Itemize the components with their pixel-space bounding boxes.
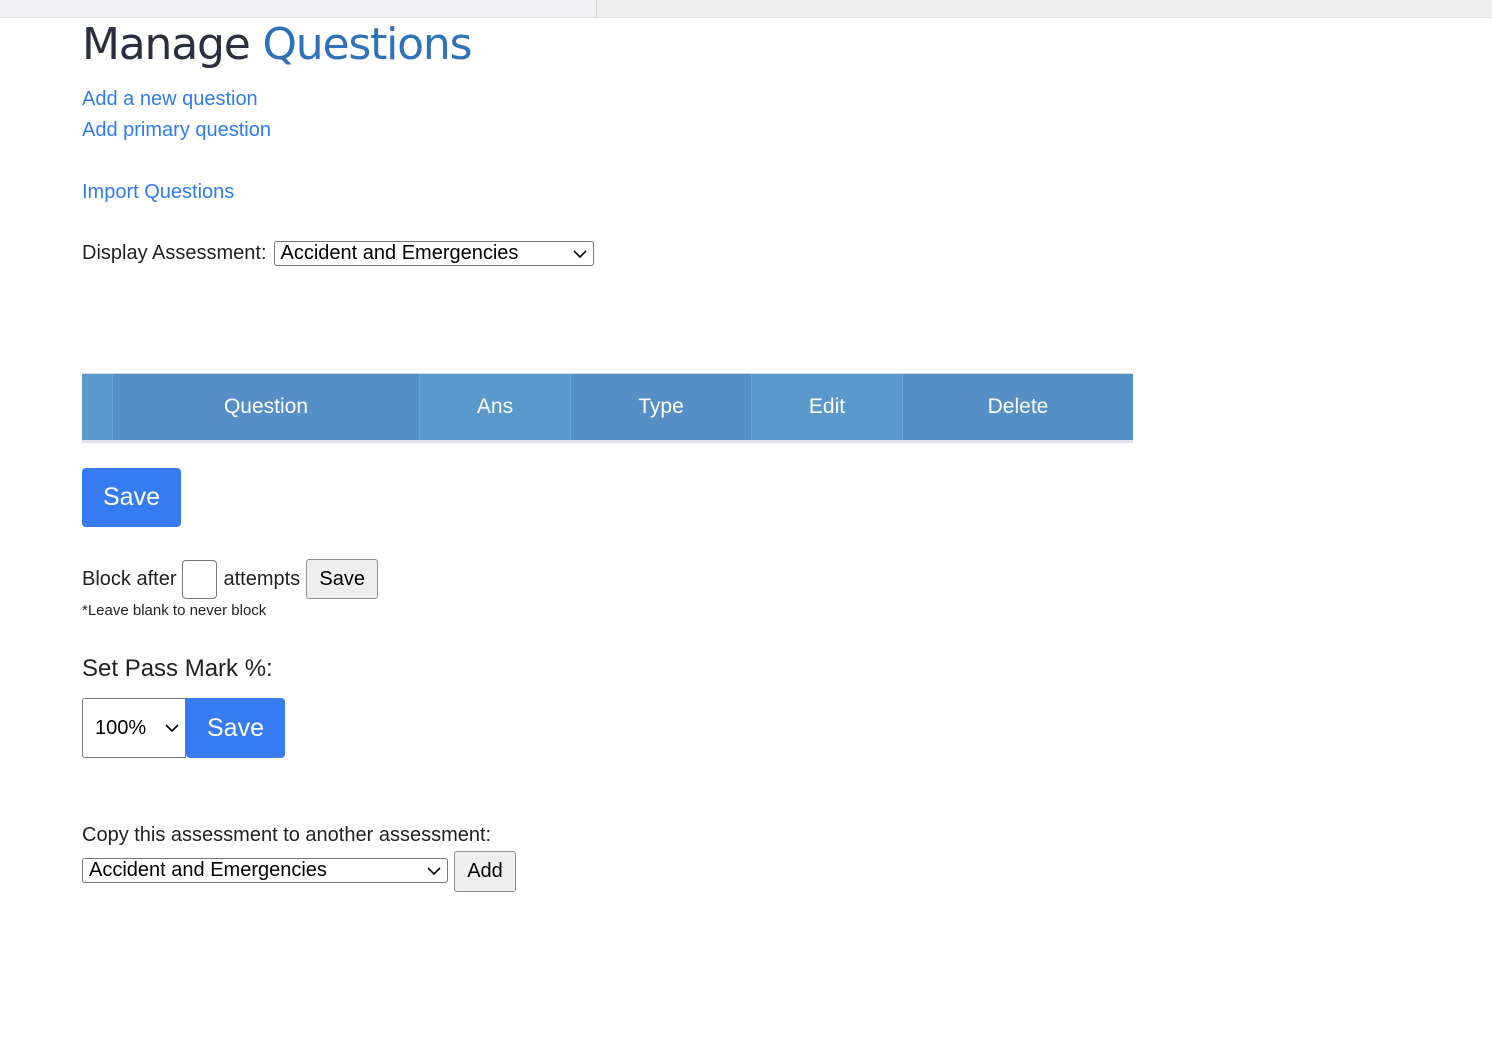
display-assessment-value: Accident and Emergencies	[280, 242, 519, 264]
add-new-question-link[interactable]: Add a new question	[82, 87, 258, 111]
table-bottom-border	[82, 440, 1133, 443]
save-questions-button[interactable]: Save	[82, 468, 181, 527]
top-strip-left	[0, 0, 597, 17]
copy-assessment-select[interactable]: Accident and Emergencies	[82, 858, 448, 883]
block-attempts-input[interactable]	[182, 559, 218, 599]
page-title-questions: Questions	[262, 19, 472, 70]
copy-assessment-row: Accident and Emergencies Add	[82, 851, 516, 892]
attempts-label: attempts	[223, 567, 301, 590]
import-questions-link[interactable]: Import Questions	[82, 180, 234, 204]
add-primary-question-link[interactable]: Add primary question	[82, 118, 271, 142]
chevron-down-icon	[165, 724, 179, 733]
browser-top-strip	[0, 0, 1492, 18]
table-header-row: Question Ans Type Edit Delete	[82, 373, 1133, 440]
column-header-select[interactable]	[82, 373, 113, 440]
display-assessment-select[interactable]: Accident and Emergencies	[273, 241, 594, 266]
copy-assessment-value: Accident and Emergencies	[89, 859, 327, 881]
column-header-question[interactable]: Question	[112, 373, 420, 440]
pass-mark-save-button[interactable]: Save	[186, 698, 285, 758]
column-header-edit[interactable]: Edit	[751, 373, 903, 440]
pass-mark-label: Set Pass Mark %:	[82, 655, 273, 682]
column-header-type[interactable]: Type	[570, 373, 752, 440]
pass-mark-value: 100%	[95, 716, 147, 739]
chevron-down-icon	[427, 866, 441, 875]
questions-table: Question Ans Type Edit Delete	[82, 373, 1133, 443]
block-after-label: Block after	[82, 567, 177, 590]
display-assessment-row: Display Assessment: Accident and Emergen…	[82, 241, 594, 266]
copy-assessment-label: Copy this assessment to another assessme…	[82, 824, 492, 846]
top-strip-right	[597, 0, 1492, 17]
page-title: Manage Questions	[82, 18, 472, 72]
block-save-button[interactable]: Save	[306, 559, 379, 599]
chevron-down-icon	[572, 249, 587, 258]
block-attempts-row: Block after attempts Save	[82, 559, 379, 599]
pass-mark-row: 100% Save	[82, 698, 285, 758]
pass-mark-select[interactable]: 100%	[82, 698, 186, 758]
display-assessment-label: Display Assessment:	[82, 242, 267, 264]
column-header-ans[interactable]: Ans	[419, 373, 571, 440]
page-title-manage: Manage	[82, 19, 251, 70]
column-header-delete[interactable]: Delete	[902, 373, 1133, 440]
block-note: *Leave blank to never block	[82, 602, 267, 619]
copy-add-button[interactable]: Add	[454, 851, 516, 892]
